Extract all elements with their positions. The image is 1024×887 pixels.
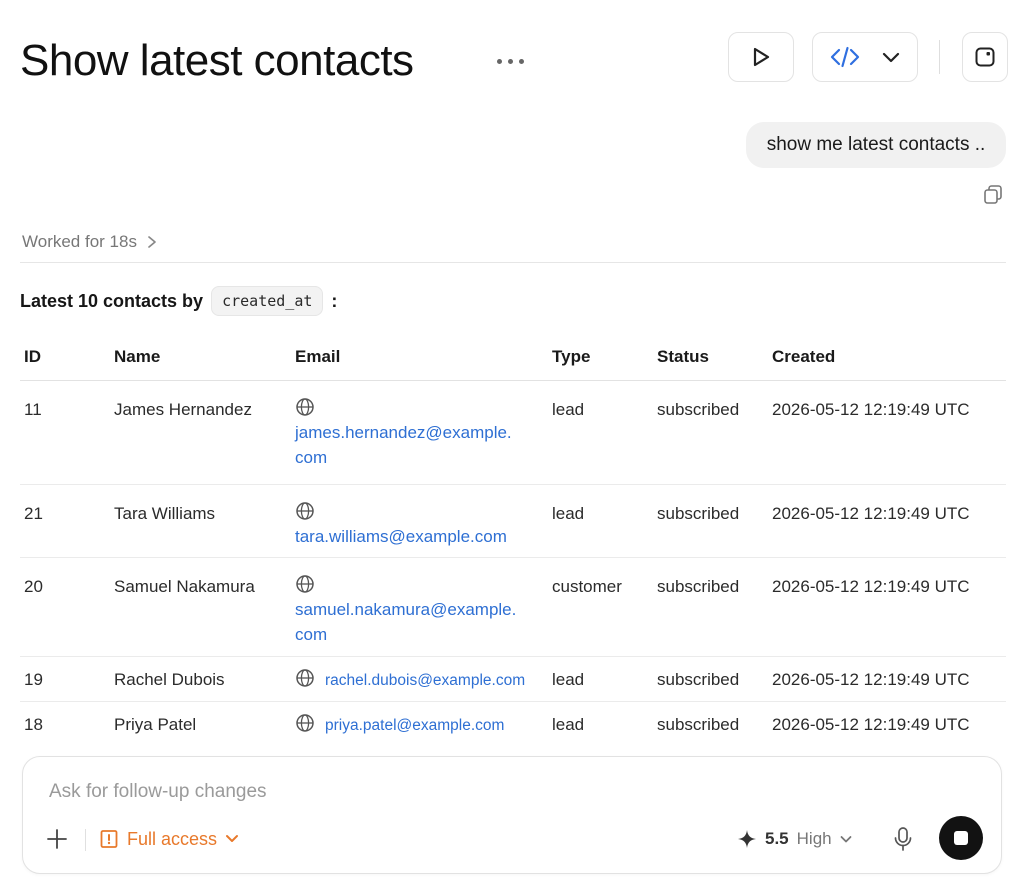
app-window: Show latest contacts show me latest cont… — [0, 0, 1024, 887]
email-link[interactable]: rachel.dubois@example.com — [325, 672, 525, 689]
page-title: Show latest contacts — [20, 36, 414, 85]
cell-email: tara.williams@example.com — [291, 484, 548, 558]
stop-icon — [954, 831, 968, 845]
play-icon — [753, 47, 770, 67]
code-icon — [830, 46, 860, 68]
more-options-button[interactable] — [488, 44, 532, 78]
column-header-status: Status — [653, 335, 768, 381]
email-link-part: james.hernandez@example. — [295, 422, 512, 442]
cell-type: customer — [548, 557, 653, 657]
ellipsis-icon — [507, 58, 513, 64]
chevron-down-icon — [882, 52, 900, 63]
table-row: 19 Rachel Dubois rachel.dubois@example.c… — [20, 656, 1006, 702]
table-row: 11 James Hernandez james.hernandez@examp… — [20, 380, 1006, 485]
response-intro: Latest 10 contacts by created_at : — [20, 285, 337, 317]
cell-type: lead — [548, 484, 653, 558]
table-row: 21 Tara Williams tara.williams@example.c… — [20, 484, 1006, 558]
chevron-down-icon — [840, 835, 852, 842]
cell-email: james.hernandez@example. com — [291, 380, 548, 485]
cell-email: samuel.nakamura@example. com — [291, 557, 548, 657]
column-header-created: Created — [768, 335, 1006, 381]
cell-type: lead — [548, 380, 653, 485]
cell-created: 2026-05-12 12:19:49 UTC — [772, 714, 970, 734]
cell-id: 11 — [20, 380, 110, 485]
column-header-type: Type — [548, 335, 653, 381]
email-link-part: samuel.nakamura@example. — [295, 599, 517, 619]
column-header-email: Email — [291, 335, 548, 381]
cell-status: subscribed — [657, 714, 740, 734]
email-link-part: com — [295, 447, 328, 467]
cell-id: 21 — [20, 484, 110, 558]
code-view-button[interactable] — [812, 32, 918, 82]
user-message-bubble: show me latest contacts .. — [746, 122, 1006, 168]
cell-id: 19 — [20, 656, 110, 702]
globe-icon — [296, 501, 314, 520]
cell-name: Priya Patel — [114, 714, 197, 734]
model-effort: High — [796, 829, 832, 848]
email-link[interactable]: samuel.nakamura@example. com — [295, 600, 516, 644]
panel-toggle-button[interactable] — [962, 32, 1008, 82]
follow-up-input[interactable] — [49, 779, 749, 805]
ellipsis-icon — [496, 58, 502, 64]
globe-icon — [296, 397, 314, 416]
worked-for-toggle[interactable]: Worked for 18s — [22, 230, 157, 254]
cell-name: Tara Williams — [110, 484, 291, 558]
cell-name: James Hernandez — [110, 380, 291, 485]
cell-id: 20 — [20, 557, 110, 657]
email-link[interactable]: tara.williams@example.com — [295, 527, 507, 546]
access-label: Full access — [127, 828, 218, 849]
column-header-name: Name — [110, 335, 291, 381]
cell-name: Rachel Dubois — [110, 656, 291, 702]
composer: Full access 5.5 High — [22, 756, 1002, 874]
access-mode-button[interactable]: Full access — [99, 825, 239, 853]
cell-type: lead — [552, 714, 585, 734]
microphone-icon[interactable] — [891, 826, 915, 852]
email-link[interactable]: james.hernandez@example. com — [295, 423, 512, 467]
ellipsis-icon — [518, 58, 524, 64]
column-header-id: ID — [20, 335, 110, 381]
cell-status: subscribed — [653, 380, 768, 485]
stop-button[interactable] — [939, 816, 983, 860]
cell-email: priya.patel@example.com — [291, 701, 548, 745]
plus-icon[interactable] — [45, 827, 69, 851]
globe-icon — [296, 574, 314, 593]
run-button[interactable] — [728, 32, 794, 82]
cell-created: 2026-05-12 12:19:49 UTC — [768, 656, 1006, 702]
shield-icon — [100, 830, 118, 848]
email-link-part: com — [295, 624, 328, 644]
composer-separator — [85, 829, 86, 851]
panel-toggle-icon — [975, 47, 995, 67]
contacts-table: ID Name Email Type Status Created 11 Jam… — [20, 335, 1006, 745]
cell-status: subscribed — [653, 484, 768, 558]
chevron-right-icon — [148, 236, 156, 248]
cell-created: 2026-05-12 12:19:49 UTC — [768, 557, 1006, 657]
cell-name: Samuel Nakamura — [110, 557, 291, 657]
cell-status: subscribed — [653, 557, 768, 657]
table-header-row: ID Name Email Type Status Created — [20, 335, 1006, 381]
header-divider — [939, 40, 940, 74]
globe-icon — [296, 668, 314, 687]
chevron-down-icon — [226, 835, 239, 842]
model-version: 5.5 — [765, 829, 789, 848]
table-row: 20 Samuel Nakamura samuel.nakamura@examp… — [20, 557, 1006, 657]
intro-text: Latest 10 contacts by — [20, 290, 204, 311]
intro-suffix: : — [331, 290, 338, 311]
copy-icon[interactable] — [982, 183, 1004, 205]
cell-created: 2026-05-12 12:19:49 UTC — [768, 484, 1006, 558]
section-divider — [20, 262, 1006, 263]
table-row: 18 Priya Patel priya.patel@example.com l… — [20, 701, 1006, 745]
sparkle-icon — [738, 830, 756, 848]
cell-type: lead — [548, 656, 653, 702]
cell-created: 2026-05-12 12:19:49 UTC — [768, 380, 1006, 485]
inline-code: created_at — [211, 286, 324, 316]
cell-id: 18 — [24, 714, 43, 734]
globe-icon — [296, 713, 314, 732]
cell-status: subscribed — [653, 656, 768, 702]
model-selector[interactable]: 5.5 High — [737, 825, 852, 853]
cell-email: rachel.dubois@example.com — [291, 656, 548, 702]
email-link[interactable]: priya.patel@example.com — [325, 717, 504, 734]
worked-for-label: Worked for 18s — [22, 232, 137, 251]
